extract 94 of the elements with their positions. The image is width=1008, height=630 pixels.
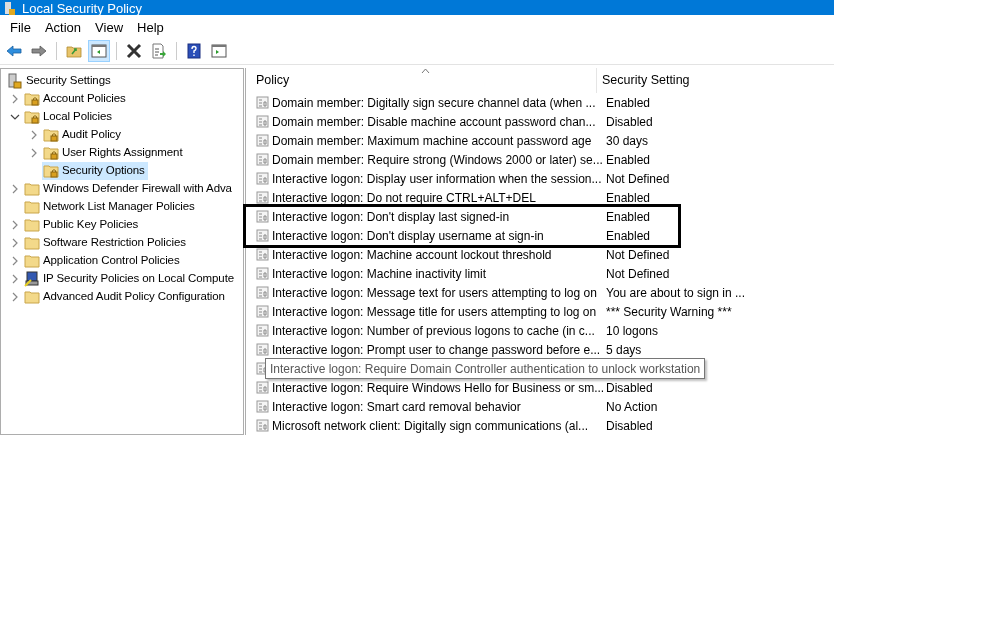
policy-icon xyxy=(256,381,269,394)
security-setting: No Action xyxy=(606,398,658,416)
policy-name: Domain member: Require strong (Windows 2000 or later) se... xyxy=(272,151,604,169)
policy-icon xyxy=(256,191,269,204)
window-title: Local Security Policy xyxy=(22,2,142,15)
computer-key-icon xyxy=(24,271,40,287)
policy-name: Interactive logon: Machine account lockout threshold xyxy=(272,246,553,264)
tree-item[interactable]: Security Options xyxy=(42,162,148,180)
policy-name: Interactive logon: Prompt user to change password before e... xyxy=(272,341,602,359)
locked-folder-icon xyxy=(24,109,40,125)
policy-name: Microsoft network client: Digitally sign communications (al... xyxy=(272,417,590,435)
security-setting: Disabled xyxy=(606,379,653,397)
security-setting: You are about to sign in ... xyxy=(606,284,745,302)
tree-item[interactable]: Audit Policy xyxy=(42,126,124,144)
menu-item[interactable]: Help xyxy=(137,18,164,38)
policy-icon xyxy=(256,324,269,337)
folder-icon xyxy=(24,253,40,269)
tree-item[interactable]: Network List Manager Policies xyxy=(23,198,198,216)
folder-up-icon xyxy=(66,43,82,59)
tree-item[interactable]: Public Key Policies xyxy=(23,216,142,234)
security-setting: 30 days xyxy=(606,132,649,150)
policy-name: Domain member: Digitally sign secure channel data (when ... xyxy=(272,94,597,112)
security-setting: Enabled xyxy=(606,189,651,207)
policy-name: Domain member: Disable machine account password chan... xyxy=(272,113,597,131)
policy-name: Interactive logon: Do not require CTRL+ALT+DEL xyxy=(272,189,537,207)
tree-item[interactable]: User Rights Assignment xyxy=(42,144,186,162)
policy-name: Interactive logon: Machine inactivity limit xyxy=(272,265,488,283)
policy-name: Interactive logon: Don't display username at sign-in xyxy=(272,227,545,245)
tree-root[interactable]: Security Settings xyxy=(26,72,111,90)
tooltip: Interactive logon: Require Domain Controller authentication to unlock workstation xyxy=(265,358,706,379)
security-setting: Enabled xyxy=(606,208,651,226)
security-setting: Enabled xyxy=(606,227,651,245)
security-setting: Enabled xyxy=(606,151,651,169)
folder-icon xyxy=(24,235,40,251)
policy-name: Interactive logon: Don't display last signed-in xyxy=(272,208,511,226)
policy-icon xyxy=(256,115,269,128)
security-setting: Not Defined xyxy=(606,246,670,264)
menu-item[interactable]: Action xyxy=(44,18,82,38)
security-setting: Disabled xyxy=(606,113,653,131)
folder-icon xyxy=(24,289,40,305)
folder-icon xyxy=(24,199,40,215)
policy-icon xyxy=(256,153,269,166)
folder-icon xyxy=(24,181,40,197)
policy-icon xyxy=(256,419,269,432)
policy-icon xyxy=(256,286,269,299)
policy-icon xyxy=(256,343,269,356)
folder-icon xyxy=(24,217,40,233)
locked-folder-icon xyxy=(43,145,59,161)
policy-icon xyxy=(256,134,269,147)
pane-icon xyxy=(211,43,227,59)
server-lock-icon xyxy=(7,73,23,89)
column-header[interactable]: Security Setting xyxy=(597,71,690,90)
forward-arrow-icon xyxy=(31,43,47,59)
tree-item[interactable]: Application Control Policies xyxy=(23,252,183,270)
policy-icon xyxy=(256,248,269,261)
security-setting: Enabled xyxy=(606,94,651,112)
back-arrow-icon xyxy=(6,43,22,59)
tree-item[interactable]: Windows Defender Firewall with Adva xyxy=(23,180,235,198)
policy-name: Interactive logon: Number of previous logons to cache (in c... xyxy=(272,322,596,340)
policy-name: Interactive logon: Message title for users attempting to log on xyxy=(272,303,598,321)
locked-folder-icon xyxy=(43,127,59,143)
tree-item[interactable]: Advanced Audit Policy Configuration xyxy=(23,288,228,306)
policy-name: Interactive logon: Display user information when the session... xyxy=(272,170,603,188)
security-setting: 5 days xyxy=(606,341,642,359)
tree-item[interactable]: IP Security Policies on Local Compute xyxy=(23,270,238,288)
policy-icon xyxy=(256,305,269,318)
delete-icon xyxy=(126,43,142,59)
policy-icon xyxy=(256,229,269,242)
tree-item[interactable]: Account Policies xyxy=(23,90,129,108)
security-setting: Not Defined xyxy=(606,170,670,188)
policy-name: Domain member: Maximum machine account password age xyxy=(272,132,593,150)
tree-item[interactable]: Software Restriction Policies xyxy=(23,234,189,252)
tree-item[interactable]: Local Policies xyxy=(23,108,115,126)
security-setting: Disabled xyxy=(606,417,653,435)
policy-name: Interactive logon: Smart card removal behavior xyxy=(272,398,522,416)
policy-icon xyxy=(256,267,269,280)
pane-icon xyxy=(91,43,107,59)
app-icon xyxy=(4,2,16,15)
menu-item[interactable]: File xyxy=(10,18,31,38)
policy-icon xyxy=(256,172,269,185)
policy-name: Interactive logon: Message text for users attempting to log on xyxy=(272,284,598,302)
column-header[interactable]: Policy xyxy=(246,71,596,90)
policy-icon xyxy=(256,400,269,413)
locked-folder-icon xyxy=(24,91,40,107)
help-icon xyxy=(186,43,202,59)
menu-item[interactable]: View xyxy=(95,18,124,38)
locked-folder-icon xyxy=(43,163,59,179)
security-setting: *** Security Warning *** xyxy=(606,303,732,321)
security-setting: 10 logons xyxy=(606,322,659,340)
export-list-icon xyxy=(151,43,167,59)
policy-icon xyxy=(256,210,269,223)
policy-name: Interactive logon: Require Windows Hello for Business or sm... xyxy=(272,379,606,397)
policy-icon xyxy=(256,96,269,109)
security-setting: Not Defined xyxy=(606,265,670,283)
